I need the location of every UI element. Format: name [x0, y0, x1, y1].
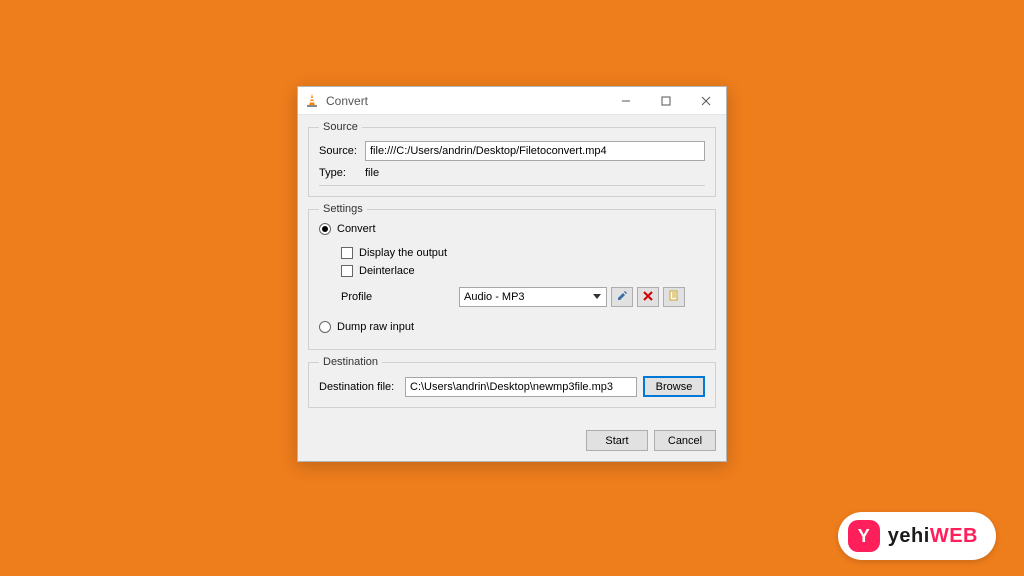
yehiweb-badge: Y yehiWEB	[838, 512, 996, 560]
delete-profile-button[interactable]	[637, 287, 659, 307]
display-output-checkbox[interactable]	[341, 247, 353, 259]
start-button[interactable]: Start	[586, 430, 648, 451]
type-value: file	[365, 167, 379, 179]
destination-input[interactable]	[405, 377, 637, 397]
badge-logo-icon: Y	[848, 520, 880, 552]
destination-legend: Destination	[319, 356, 382, 368]
source-group: Source Source: Type: file	[308, 121, 716, 197]
cancel-button[interactable]: Cancel	[654, 430, 716, 451]
browse-button[interactable]: Browse	[643, 376, 705, 397]
separator	[319, 185, 705, 186]
browse-button-label: Browse	[656, 381, 693, 393]
display-output-label: Display the output	[359, 247, 447, 259]
dump-raw-label: Dump raw input	[337, 321, 414, 333]
window-controls	[606, 87, 726, 114]
source-legend: Source	[319, 121, 362, 133]
source-label: Source:	[319, 145, 365, 157]
profile-select[interactable]: Audio - MP3	[459, 287, 607, 307]
convert-radio-label: Convert	[337, 223, 376, 235]
deinterlace-row[interactable]: Deinterlace	[341, 265, 705, 277]
dump-raw-radio[interactable]	[319, 321, 331, 333]
source-input[interactable]	[365, 141, 705, 161]
cancel-button-label: Cancel	[668, 435, 702, 447]
new-file-icon	[668, 290, 680, 305]
close-button[interactable]	[686, 87, 726, 114]
settings-group: Settings Convert Display the output Dein…	[308, 203, 716, 350]
settings-legend: Settings	[319, 203, 367, 215]
type-label: Type:	[319, 167, 365, 179]
convert-radio-row[interactable]: Convert	[319, 223, 705, 235]
convert-dialog: Convert Source Source: Ty	[297, 86, 727, 462]
new-profile-button[interactable]	[663, 287, 685, 307]
titlebar[interactable]: Convert	[298, 87, 726, 115]
window-title: Convert	[326, 94, 606, 108]
deinterlace-label: Deinterlace	[359, 265, 415, 277]
deinterlace-checkbox[interactable]	[341, 265, 353, 277]
edit-profile-button[interactable]	[611, 287, 633, 307]
button-bar: Start Cancel	[298, 422, 726, 461]
badge-text: yehiWEB	[888, 525, 978, 548]
delete-x-icon	[643, 291, 653, 304]
profile-value: Audio - MP3	[464, 291, 525, 303]
dump-raw-radio-row[interactable]: Dump raw input	[319, 321, 705, 333]
start-button-label: Start	[605, 435, 628, 447]
minimize-button[interactable]	[606, 87, 646, 114]
display-output-row[interactable]: Display the output	[341, 247, 705, 259]
maximize-button[interactable]	[646, 87, 686, 114]
dialog-content: Source Source: Type: file Settings Conve…	[298, 115, 726, 422]
profile-label: Profile	[341, 291, 455, 303]
destination-group: Destination Destination file: Browse	[308, 356, 716, 408]
destination-label: Destination file:	[319, 381, 399, 393]
chevron-down-icon	[590, 290, 604, 304]
wrench-icon	[616, 290, 628, 305]
vlc-cone-icon	[304, 93, 320, 109]
convert-radio[interactable]	[319, 223, 331, 235]
